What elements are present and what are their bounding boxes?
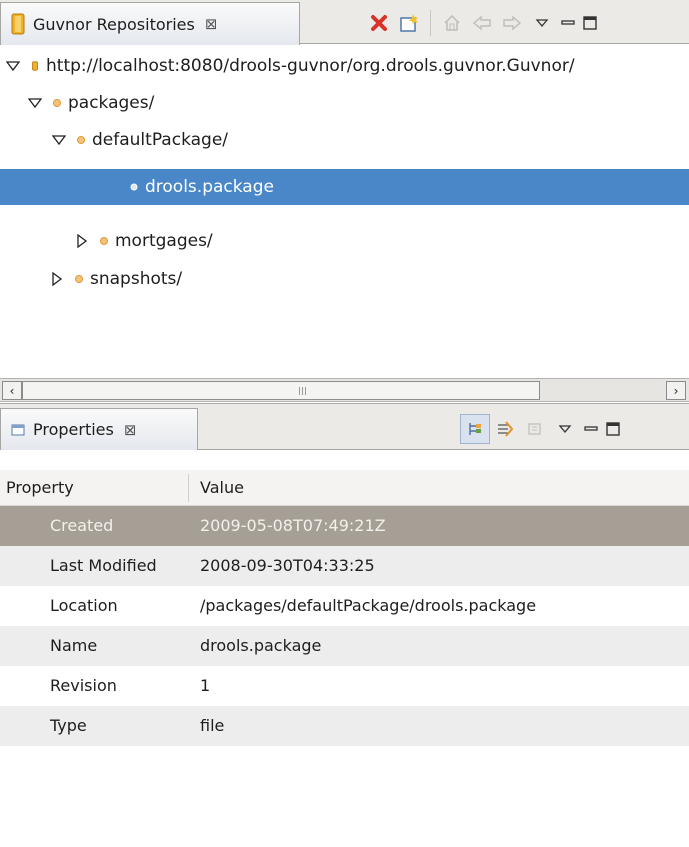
property-value: 2009-05-08T07:49:21Z	[200, 516, 386, 535]
tab-guvnor-repositories[interactable]: Guvnor Repositories ⊠	[0, 2, 300, 45]
table-row[interactable]: Location /packages/defaultPackage/drools…	[0, 586, 689, 626]
tree-node-drools-package[interactable]: drools.package	[0, 169, 689, 205]
property-name: Last Modified	[50, 556, 157, 575]
scrollbar-thumb[interactable]	[22, 381, 540, 400]
collapsed-twisty-icon[interactable]	[75, 233, 89, 248]
minimize-icon[interactable]	[580, 414, 602, 444]
tree-node-label: snapshots/	[90, 268, 183, 289]
property-value: 2008-09-30T04:33:25	[200, 556, 375, 575]
property-value: file	[200, 716, 225, 735]
properties-view: Properties ⊠ Property Value Created 2009…	[0, 403, 689, 847]
close-tab-icon[interactable]: ⊠	[124, 421, 137, 439]
horizontal-scrollbar[interactable]: ‹ ›	[0, 378, 689, 402]
column-divider[interactable]	[188, 474, 189, 502]
repository-tree: http://localhost:8080/drools-guvnor/org.…	[0, 45, 689, 377]
tree-node-label: drools.package	[145, 177, 274, 197]
property-name: Location	[50, 596, 118, 615]
column-header-property[interactable]: Property	[6, 478, 74, 497]
scrollbar-grip	[299, 387, 306, 395]
tree-node-label: http://localhost:8080/drools-guvnor/org.…	[46, 55, 575, 76]
repository-node-icon	[32, 60, 38, 71]
property-value: 1	[200, 676, 211, 695]
back-icon[interactable]	[467, 8, 497, 38]
properties-tabstrip: Properties ⊠	[0, 404, 689, 450]
scroll-right-arrow-icon[interactable]: ›	[666, 381, 686, 400]
forward-icon[interactable]	[497, 8, 527, 38]
folder-node-icon	[53, 98, 61, 107]
table-row[interactable]: Last Modified 2008-09-30T04:33:25	[0, 546, 689, 586]
toolbar-separator	[430, 10, 431, 36]
tab-label: Properties	[33, 420, 114, 439]
restore-default-icon[interactable]	[520, 414, 550, 444]
maximize-icon[interactable]	[579, 8, 601, 38]
table-row[interactable]: Type file	[0, 706, 689, 746]
property-name: Type	[50, 716, 87, 735]
show-categories-icon[interactable]	[460, 414, 490, 444]
close-tab-icon[interactable]: ⊠	[205, 15, 218, 33]
tree-node-label: mortgages/	[115, 230, 213, 251]
properties-header: Property Value	[0, 470, 689, 506]
expanded-twisty-icon[interactable]	[6, 59, 20, 73]
home-icon[interactable]	[437, 8, 467, 38]
column-header-value[interactable]: Value	[200, 478, 244, 497]
property-value: drools.package	[200, 636, 322, 655]
view-menu-icon[interactable]	[527, 8, 557, 38]
tab-label: Guvnor Repositories	[33, 14, 195, 34]
minimize-icon[interactable]	[557, 8, 579, 38]
guvnor-repositories-view: Guvnor Repositories ⊠ http://localhost:8…	[0, 0, 689, 403]
property-name: Name	[50, 636, 98, 655]
guvnor-tabstrip: Guvnor Repositories ⊠	[0, 0, 689, 45]
tree-node-repository[interactable]: http://localhost:8080/drools-guvnor/org.…	[0, 47, 689, 84]
show-advanced-icon[interactable]	[490, 414, 520, 444]
expanded-twisty-icon[interactable]	[28, 96, 42, 110]
view-menu-icon[interactable]	[550, 414, 580, 444]
repository-icon	[11, 13, 25, 35]
folder-node-icon	[75, 274, 83, 283]
collapsed-twisty-icon[interactable]	[50, 271, 64, 286]
delete-icon[interactable]	[364, 8, 394, 38]
maximize-icon[interactable]	[602, 414, 624, 444]
file-node-icon	[130, 183, 138, 191]
tab-properties[interactable]: Properties ⊠	[0, 408, 198, 450]
tree-node-snapshots[interactable]: snapshots/	[0, 260, 689, 297]
tree-node-defaultpackage[interactable]: defaultPackage/	[0, 121, 689, 158]
tree-node-label: defaultPackage/	[92, 129, 229, 150]
tree-node-label: packages/	[68, 92, 155, 113]
properties-toolbar	[460, 414, 624, 444]
folder-node-icon	[77, 135, 85, 144]
scroll-left-arrow-icon[interactable]: ‹	[2, 381, 22, 400]
table-row[interactable]: Name drools.package	[0, 626, 689, 666]
tree-node-packages[interactable]: packages/	[0, 84, 689, 121]
table-row[interactable]: Revision 1	[0, 666, 689, 706]
property-name: Created	[50, 516, 114, 535]
properties-icon	[11, 424, 25, 435]
tree-node-mortgages[interactable]: mortgages/	[0, 222, 689, 259]
table-row[interactable]: Created 2009-05-08T07:49:21Z	[0, 506, 689, 546]
folder-node-icon	[100, 236, 108, 245]
new-connection-icon[interactable]	[394, 8, 424, 38]
expanded-twisty-icon[interactable]	[52, 133, 66, 147]
property-name: Revision	[50, 676, 117, 695]
guvnor-toolbar	[364, 8, 601, 38]
property-value: /packages/defaultPackage/drools.package	[200, 596, 537, 615]
